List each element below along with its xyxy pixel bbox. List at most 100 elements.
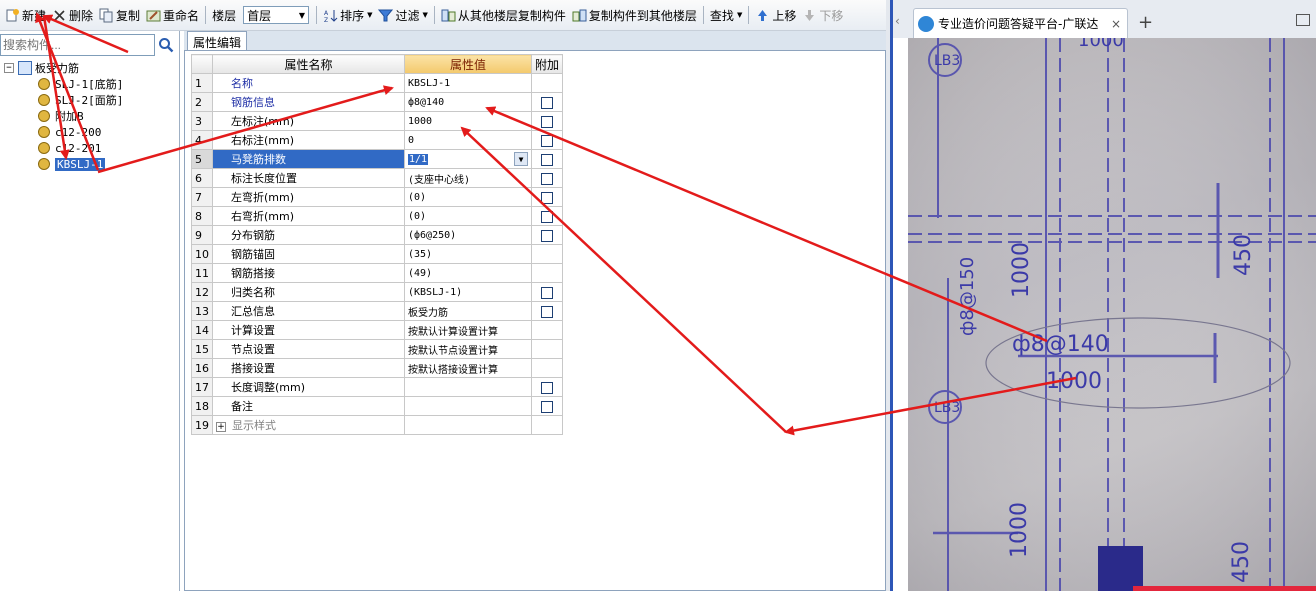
extra-checkbox[interactable] xyxy=(541,210,553,223)
new-button[interactable]: 新建 xyxy=(2,4,49,26)
property-name[interactable]: 计算设置 xyxy=(212,320,405,340)
property-value[interactable]: 1000 xyxy=(404,111,532,131)
property-name[interactable]: 左标注(mm) xyxy=(212,111,405,131)
restore-window-icon[interactable] xyxy=(1296,14,1310,26)
property-row[interactable]: 15 节点设置 按默认节点设置计算 xyxy=(191,339,564,359)
extra-checkbox[interactable] xyxy=(541,134,553,147)
property-value-header[interactable]: 属性值 xyxy=(404,54,532,74)
property-name[interactable]: 节点设置 xyxy=(212,339,405,359)
property-row[interactable]: 10 钢筋锚固 (35) xyxy=(191,244,564,264)
property-name[interactable]: 钢筋搭接 xyxy=(212,263,405,283)
property-row[interactable]: 5 马凳筋排数 1/1 ▼ xyxy=(191,149,564,169)
close-tab-icon[interactable]: × xyxy=(1111,17,1123,31)
extra-checkbox[interactable] xyxy=(541,191,553,204)
rename-button[interactable]: 重命名 xyxy=(143,4,202,26)
property-row[interactable]: 2 钢筋信息 ф8@140 xyxy=(191,92,564,112)
property-row[interactable]: 11 钢筋搭接 (49) xyxy=(191,263,564,283)
value-combo-text[interactable]: 1/1 xyxy=(408,153,429,165)
property-value[interactable]: 0 xyxy=(404,130,532,150)
tab-property-editor[interactable]: 属性编辑 xyxy=(187,31,248,50)
property-name[interactable]: 钢筋锚固 xyxy=(212,244,405,264)
property-name[interactable]: 右标注(mm) xyxy=(212,130,405,150)
property-name[interactable]: 右弯折(mm) xyxy=(212,206,405,226)
search-icon[interactable] xyxy=(158,37,174,53)
extra-checkbox[interactable] xyxy=(541,381,553,394)
copy-button[interactable]: 复制 xyxy=(96,4,143,26)
copy-from-floor-button[interactable]: 从其他楼层复制构件 xyxy=(438,4,569,26)
collapse-icon[interactable]: − xyxy=(4,63,14,73)
extra-checkbox[interactable] xyxy=(541,229,553,242)
property-name[interactable]: 钢筋信息 xyxy=(212,92,405,112)
property-row[interactable]: 1 名称 KBSLJ-1 xyxy=(191,73,564,93)
tree-item[interactable]: 附加B xyxy=(4,108,176,124)
tree-item[interactable]: SLJ-2[面筋] xyxy=(4,92,176,108)
property-name[interactable]: 长度调整(mm) xyxy=(212,377,405,397)
property-name[interactable]: 马凳筋排数 xyxy=(212,149,405,169)
sort-button[interactable]: AZ 排序 ▼ xyxy=(320,4,375,26)
property-row[interactable]: 3 左标注(mm) 1000 xyxy=(191,111,564,131)
property-name[interactable]: 名称 xyxy=(212,73,405,93)
floor-select[interactable]: 首层 ▼ xyxy=(243,6,310,24)
property-value[interactable]: (ф6@250) xyxy=(404,225,532,245)
property-value[interactable]: (支座中心线) xyxy=(404,168,532,188)
chevron-down-icon[interactable]: ▼ xyxy=(514,152,528,166)
property-value[interactable]: 1/1 ▼ xyxy=(404,149,532,169)
extra-checkbox[interactable] xyxy=(541,153,553,166)
property-row[interactable]: 17 长度调整(mm) xyxy=(191,377,564,397)
property-value[interactable] xyxy=(404,415,532,435)
property-row[interactable]: 19 + 显示样式 xyxy=(191,415,564,435)
property-value[interactable]: 按默认节点设置计算 xyxy=(404,339,532,359)
property-value[interactable]: (0) xyxy=(404,206,532,226)
tree-item-selected[interactable]: KBSLJ-1 xyxy=(4,156,176,172)
property-name[interactable]: 汇总信息 xyxy=(212,301,405,321)
property-value[interactable]: (KBSLJ-1) xyxy=(404,282,532,302)
property-name[interactable]: 搭接设置 xyxy=(212,358,405,378)
extra-checkbox[interactable] xyxy=(541,286,553,299)
tab-scroll-left-icon[interactable]: ‹ xyxy=(895,14,900,28)
property-value[interactable] xyxy=(404,377,532,397)
property-value[interactable]: KBSLJ-1 xyxy=(404,73,532,93)
move-down-button[interactable]: 下移 xyxy=(799,4,846,26)
tree-root[interactable]: − 板受力筋 xyxy=(4,60,176,76)
value-combo[interactable]: 1/1 ▼ xyxy=(408,152,528,166)
browser-tab[interactable]: 专业造价问题答疑平台-广联达 × xyxy=(913,8,1128,38)
search-input[interactable] xyxy=(0,34,155,56)
property-value[interactable]: (49) xyxy=(404,263,532,283)
property-row[interactable]: 13 汇总信息 板受力筋 xyxy=(191,301,564,321)
new-tab-button[interactable]: + xyxy=(1138,12,1153,33)
tree-item[interactable]: c12-200 xyxy=(4,124,176,140)
extra-checkbox[interactable] xyxy=(541,305,553,318)
property-row[interactable]: 8 右弯折(mm) (0) xyxy=(191,206,564,226)
property-name[interactable]: 左弯折(mm) xyxy=(212,187,405,207)
property-value[interactable]: (0) xyxy=(404,187,532,207)
expand-icon[interactable]: + xyxy=(216,422,226,432)
property-value[interactable]: 按默认搭接设置计算 xyxy=(404,358,532,378)
property-row[interactable]: 12 归类名称 (KBSLJ-1) xyxy=(191,282,564,302)
property-row[interactable]: 18 备注 xyxy=(191,396,564,416)
find-button[interactable]: 查找 ▼ xyxy=(707,4,745,26)
filter-button[interactable]: 过滤 ▼ xyxy=(375,4,430,26)
property-value[interactable]: 按默认计算设置计算 xyxy=(404,320,532,340)
property-name[interactable]: 标注长度位置 xyxy=(212,168,405,188)
property-row[interactable]: 7 左弯折(mm) (0) xyxy=(191,187,564,207)
property-value[interactable]: (35) xyxy=(404,244,532,264)
extra-header[interactable]: 附加 xyxy=(530,54,564,74)
delete-button[interactable]: 删除 xyxy=(49,4,96,26)
property-name[interactable]: 归类名称 xyxy=(212,282,405,302)
copy-to-floor-button[interactable]: 复制构件到其他楼层 xyxy=(569,4,700,26)
property-value[interactable] xyxy=(404,396,532,416)
property-row[interactable]: 4 右标注(mm) 0 xyxy=(191,130,564,150)
property-name-header[interactable]: 属性名称 xyxy=(212,54,405,74)
property-row[interactable]: 9 分布钢筋 (ф6@250) xyxy=(191,225,564,245)
move-up-button[interactable]: 上移 xyxy=(752,4,799,26)
extra-checkbox[interactable] xyxy=(541,172,553,185)
extra-checkbox[interactable] xyxy=(541,115,553,128)
property-name[interactable]: + 显示样式 xyxy=(212,415,405,435)
property-value[interactable]: 板受力筋 xyxy=(404,301,532,321)
property-value[interactable]: ф8@140 xyxy=(404,92,532,112)
property-name[interactable]: 备注 xyxy=(212,396,405,416)
property-row[interactable]: 6 标注长度位置 (支座中心线) xyxy=(191,168,564,188)
property-name[interactable]: 分布钢筋 xyxy=(212,225,405,245)
extra-checkbox[interactable] xyxy=(541,96,553,109)
property-row[interactable]: 14 计算设置 按默认计算设置计算 xyxy=(191,320,564,340)
